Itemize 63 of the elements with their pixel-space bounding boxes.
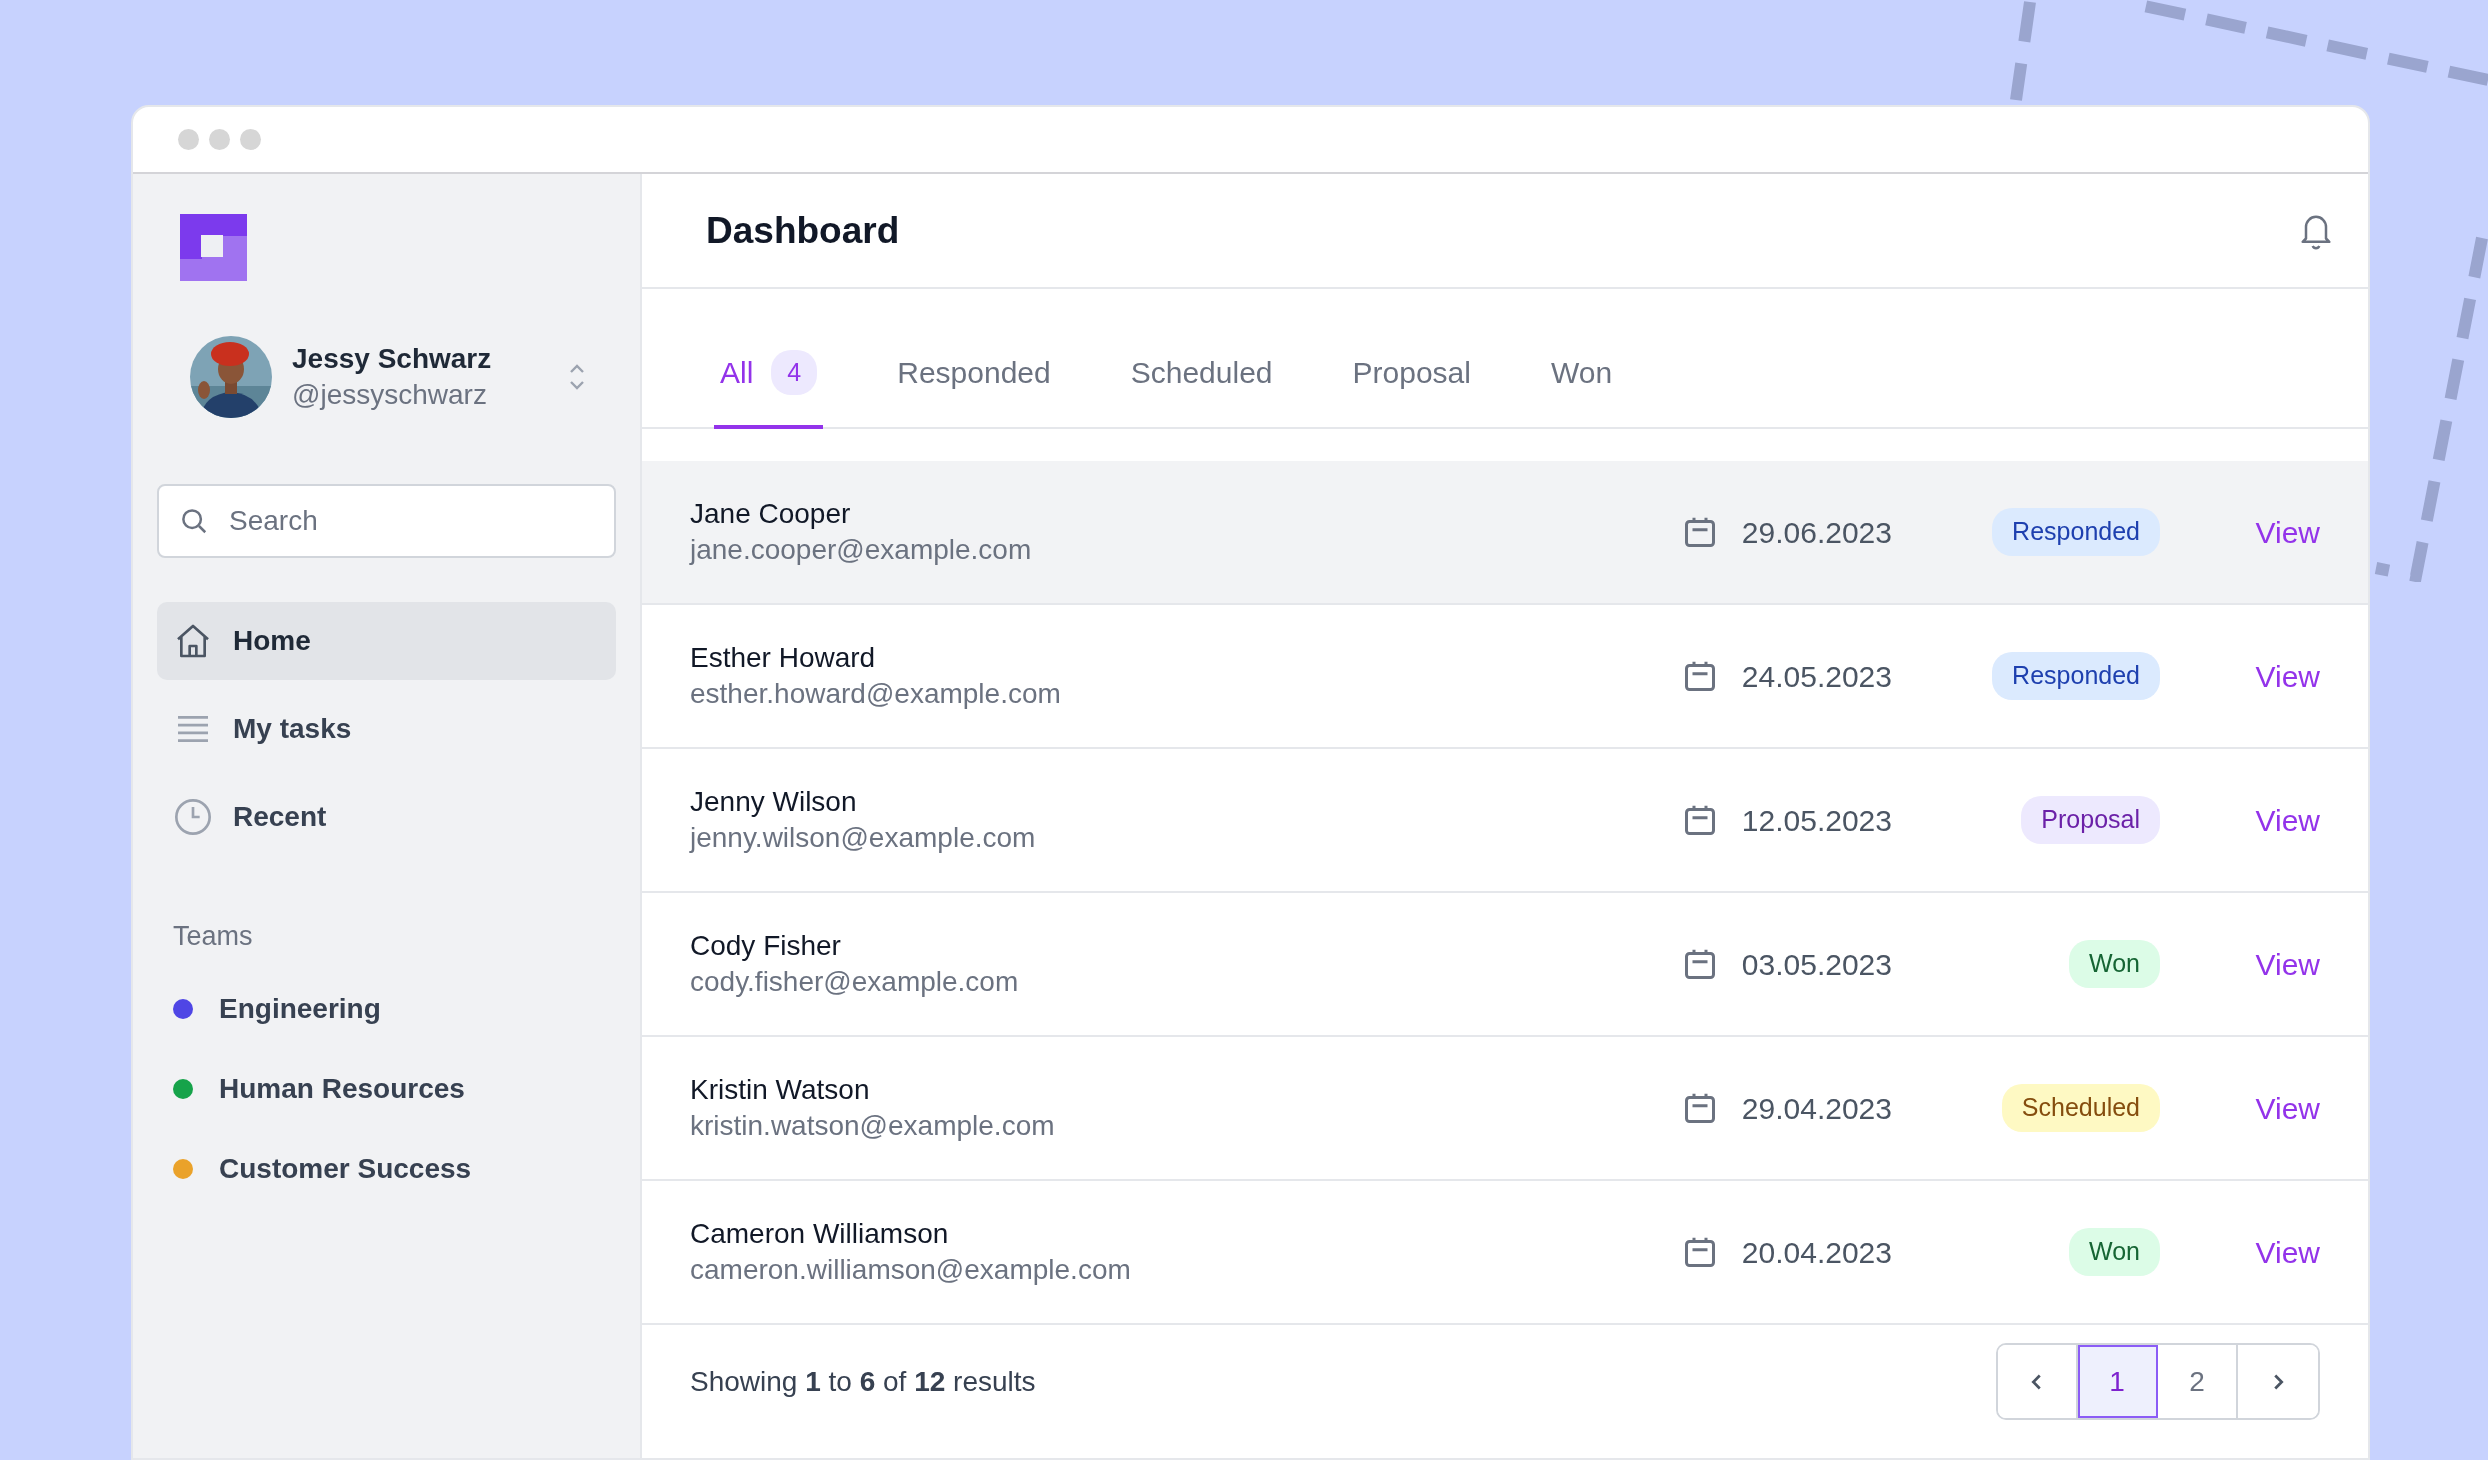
view-link[interactable]: View xyxy=(2160,941,2320,987)
section-heading: Teams xyxy=(173,920,254,953)
contact-name: Cody Fisher xyxy=(690,928,842,963)
contact-email: jenny.wilson@example.com xyxy=(690,821,1037,855)
contact-name: Cameron Williamson xyxy=(690,1216,950,1251)
user-handle: @jessyschwarz xyxy=(292,378,488,412)
user-name: Jessy Schwarz xyxy=(292,341,493,376)
status-pill: Won xyxy=(2069,940,2160,988)
tab[interactable]: Won xyxy=(1544,350,1619,429)
contact-email: cameron.williamson@example.com xyxy=(690,1253,1132,1287)
table-row[interactable]: Jenny Wilson jenny.wilson@example.com 12.05.2023 Proposal View xyxy=(642,749,2368,893)
contact-name: Jenny Wilson xyxy=(690,784,858,819)
date-text: 24.05.2023 xyxy=(1741,658,1892,695)
contact-name: Esther Howard xyxy=(690,640,877,675)
status-pill: Responded xyxy=(1992,508,2160,556)
date-text: 29.06.2023 xyxy=(1741,514,1892,551)
nav-item[interactable]: Recent xyxy=(157,778,616,856)
count-pill: 4 xyxy=(771,349,818,395)
date-text: 29.04.2023 xyxy=(1741,1090,1892,1127)
team-link[interactable]: Engineering xyxy=(219,987,381,1030)
view-link[interactable]: View xyxy=(2160,1229,2320,1275)
team-link[interactable]: Human Resources xyxy=(219,1067,465,1110)
view-link[interactable]: View xyxy=(2160,509,2320,555)
window-dot xyxy=(209,129,230,150)
date-text: 20.04.2023 xyxy=(1741,1234,1892,1271)
tab[interactable]: All 4 xyxy=(714,349,824,429)
status-pill: Responded xyxy=(1992,652,2160,700)
contact-email: kristin.watson@example.com xyxy=(690,1109,1056,1143)
tab[interactable]: Responded xyxy=(891,350,1057,429)
contact-name: Jane Cooper xyxy=(690,496,852,531)
nav-item[interactable]: My tasks xyxy=(157,690,616,768)
page-button[interactable]: 1 xyxy=(2078,1345,2158,1418)
search-icon xyxy=(179,506,209,536)
tab[interactable]: Proposal xyxy=(1346,350,1477,429)
logo-icon xyxy=(180,214,247,281)
chevron-up-down-icon[interactable] xyxy=(568,362,586,392)
clock-icon xyxy=(173,797,213,837)
search-field[interactable]: Search xyxy=(157,484,616,558)
status-pill: Scheduled xyxy=(2001,1084,2160,1132)
date-text: 03.05.2023 xyxy=(1741,946,1892,983)
nav-item[interactable]: Home xyxy=(157,602,616,680)
tab[interactable]: Scheduled xyxy=(1124,350,1279,429)
view-link[interactable]: View xyxy=(2160,1085,2320,1131)
contact-name: Kristin Watson xyxy=(690,1072,871,1107)
results-summary: Showing 1 to 6 of 12 results xyxy=(690,1364,1036,1399)
table-row[interactable]: Esther Howard esther.howard@example.com 24.05.2023 Responded View xyxy=(642,605,2368,749)
table-row[interactable]: Kristin Watson kristin.watson@example.com 29.04.2023 Scheduled View xyxy=(642,1037,2368,1181)
status-pill: Proposal xyxy=(2021,796,2160,844)
contact-email: cody.fisher@example.com xyxy=(690,965,1020,999)
view-link[interactable]: View xyxy=(2160,653,2320,699)
status-pill: Won xyxy=(2069,1228,2160,1276)
previous-page-button[interactable] xyxy=(1998,1345,2078,1418)
window-dot xyxy=(240,129,261,150)
date-text: 12.05.2023 xyxy=(1741,802,1892,839)
window-dot xyxy=(178,129,199,150)
contact-email: jane.cooper@example.com xyxy=(690,533,1033,567)
page-title: Dashboard xyxy=(706,208,900,253)
team-link[interactable]: Customer Success xyxy=(219,1147,472,1190)
table-row[interactable]: Cameron Williamson cameron.williamson@example.com 20.04.2023 Won View xyxy=(642,1181,2368,1325)
view-link[interactable]: View xyxy=(2160,797,2320,843)
table-row[interactable]: Jane Cooper jane.cooper@example.com 29.06.2023 Responded View xyxy=(642,461,2368,605)
table-row[interactable]: Cody Fisher cody.fisher@example.com 03.05.2023 Won View xyxy=(642,893,2368,1037)
contact-email: esther.howard@example.com xyxy=(690,677,1062,711)
